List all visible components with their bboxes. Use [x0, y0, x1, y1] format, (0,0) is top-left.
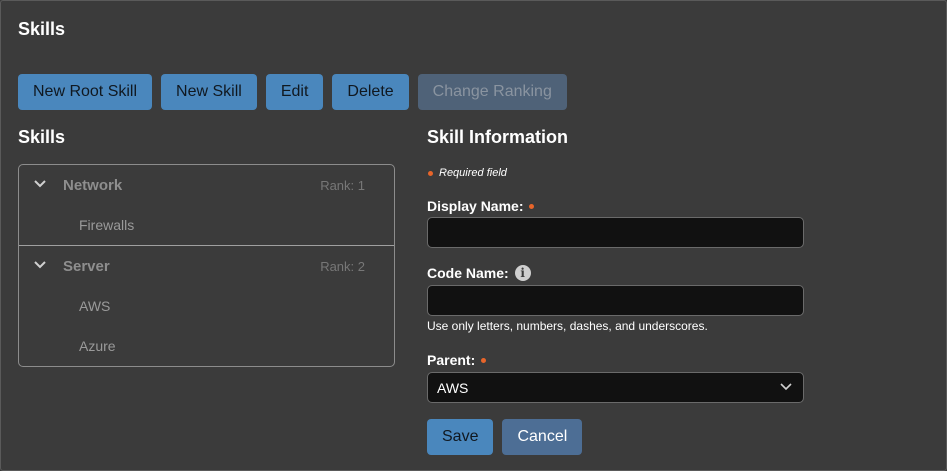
required-dot-icon: [529, 203, 535, 209]
form-actions: Save Cancel: [427, 419, 583, 455]
edit-button[interactable]: Edit: [265, 74, 324, 110]
skills-tree-title: Skills: [18, 127, 66, 147]
display-name-label: Display Name:: [427, 198, 535, 214]
code-name-label: Code Name: i: [427, 265, 531, 281]
code-name-input[interactable]: [427, 285, 804, 316]
page-title: Skills: [18, 19, 66, 39]
tree-node-server[interactable]: Server Rank: 2: [19, 246, 394, 286]
new-root-skill-button[interactable]: New Root Skill: [18, 74, 153, 110]
parent-label-text: Parent:: [427, 352, 476, 368]
required-field-note: Required field: [428, 167, 507, 179]
tree-node-label: Server: [63, 257, 110, 275]
required-dot-icon: [428, 170, 433, 176]
skills-panel: Skills New Root Skill New Skill Edit Del…: [0, 0, 947, 471]
chevron-down-icon[interactable]: [33, 179, 47, 189]
info-icon[interactable]: i: [514, 265, 531, 281]
tree-node-azure[interactable]: Azure: [19, 326, 394, 366]
skills-tree: Network Rank: 1 Firewalls Server Rank: 2…: [18, 164, 395, 367]
tree-group-server: Server Rank: 2 AWS Azure: [19, 245, 394, 366]
rank-label: Rank: 2: [320, 258, 365, 274]
rank-label: Rank: 1: [320, 177, 365, 193]
required-field-text: Required field: [439, 167, 507, 179]
display-name-input[interactable]: [427, 217, 804, 248]
code-name-helper: Use only letters, numbers, dashes, and u…: [427, 319, 708, 333]
parent-select[interactable]: AWS: [427, 372, 804, 403]
code-name-label-text: Code Name:: [427, 265, 509, 281]
toolbar: New Root Skill New Skill Edit Delete Cha…: [18, 74, 567, 110]
delete-button[interactable]: Delete: [332, 74, 409, 110]
required-dot-icon: [481, 357, 487, 363]
tree-node-label: Network: [63, 176, 123, 194]
tree-group-network: Network Rank: 1 Firewalls: [19, 165, 394, 245]
chevron-down-icon[interactable]: [33, 260, 47, 270]
new-skill-button[interactable]: New Skill: [161, 74, 257, 110]
tree-node-firewalls[interactable]: Firewalls: [19, 205, 394, 245]
chevron-down-icon: [780, 383, 792, 391]
parent-label: Parent:: [427, 352, 487, 368]
display-name-label-text: Display Name:: [427, 198, 524, 214]
skill-information-title: Skill Information: [427, 127, 569, 147]
cancel-button[interactable]: Cancel: [502, 419, 583, 455]
parent-selected-value: AWS: [437, 379, 469, 396]
change-ranking-button[interactable]: Change Ranking: [417, 74, 567, 110]
tree-node-aws[interactable]: AWS: [19, 286, 394, 326]
tree-node-network[interactable]: Network Rank: 1: [19, 165, 394, 205]
save-button[interactable]: Save: [427, 419, 494, 455]
